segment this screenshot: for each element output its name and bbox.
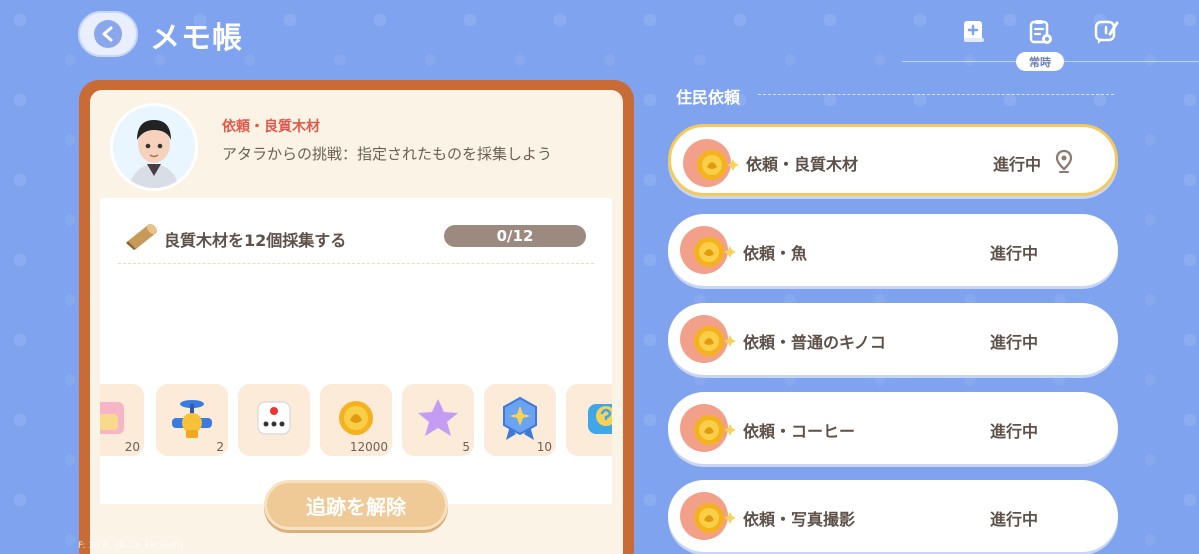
coin-icon (680, 226, 736, 274)
request-status: 進行中 (990, 510, 1039, 529)
task-progress-bar: 0/12 (444, 225, 586, 247)
chevron-left-icon (94, 20, 122, 48)
task-label: 良質木材を12個採集する (164, 231, 347, 250)
request-status: 進行中 (990, 333, 1039, 352)
npc-avatar (110, 103, 198, 191)
request-status: 進行中 (993, 155, 1042, 174)
book-add-icon[interactable] (960, 18, 988, 46)
request-item[interactable]: 依頼・普通のキノコ 進行中 (668, 303, 1118, 375)
reward-item[interactable]: 20 (100, 384, 144, 456)
location-pin-icon (1055, 149, 1073, 173)
purple-star-icon (418, 399, 458, 436)
pink-box-icon (100, 402, 124, 434)
dice-icon (257, 401, 291, 435)
debug-overlay: F: 30 P: 26 ID: 16cjeefq (78, 541, 183, 551)
task-divider (118, 263, 594, 264)
untrack-button[interactable]: 追跡を解除 (264, 480, 448, 530)
valve-icon (172, 400, 212, 438)
back-button[interactable] (78, 11, 138, 57)
request-item[interactable]: 依頼・写真撮影 進行中 (668, 480, 1118, 552)
coin-icon (680, 492, 736, 540)
gold-coin-icon (339, 401, 373, 435)
request-item[interactable]: 依頼・コーヒー 進行中 (668, 392, 1118, 464)
request-name: 依頼・コーヒー (743, 422, 856, 441)
wood-log-icon (124, 219, 160, 251)
medal-icon (503, 396, 537, 440)
reward-count: 5 (462, 440, 470, 454)
request-name: 依頼・魚 (743, 244, 808, 263)
reward-count: 10 (536, 440, 552, 454)
clipboard-icon[interactable] (1026, 18, 1054, 46)
reward-item[interactable] (238, 384, 310, 456)
reward-item[interactable]: 12000 (320, 384, 392, 456)
edit-note-icon[interactable] (1092, 18, 1120, 46)
request-status: 進行中 (990, 422, 1039, 441)
reward-count: 2 (216, 440, 224, 454)
request-name: 依頼・普通のキノコ (743, 333, 886, 352)
section-title: 住民依頼 (676, 88, 741, 107)
quest-title: 依頼・良質木材 (222, 119, 320, 135)
page-title: メモ帳 (150, 21, 243, 56)
reward-item[interactable] (566, 384, 612, 456)
reward-item[interactable]: 2 (156, 384, 228, 456)
request-item[interactable]: 依頼・良質木材 進行中 (668, 124, 1118, 196)
section-divider (758, 94, 1114, 95)
reward-list[interactable]: 20 2 12000 5 10 (100, 384, 612, 464)
request-name: 依頼・良質木材 (746, 155, 859, 174)
coin-icon (680, 404, 736, 452)
reward-item[interactable]: 5 (402, 384, 474, 456)
coin-icon (680, 315, 736, 363)
request-name: 依頼・写真撮影 (743, 510, 856, 529)
request-item[interactable]: 依頼・魚 進行中 (668, 214, 1118, 286)
reward-count: 20 (124, 440, 140, 454)
mystery-box-icon (588, 404, 612, 434)
request-status: 進行中 (990, 244, 1039, 263)
header-divider (902, 61, 1199, 62)
quest-description: アタラからの挑戦：指定されたものを採集しよう (222, 145, 553, 163)
reward-count: 12000 (349, 440, 388, 454)
coin-icon (683, 139, 739, 187)
reward-item[interactable]: 10 (484, 384, 556, 456)
